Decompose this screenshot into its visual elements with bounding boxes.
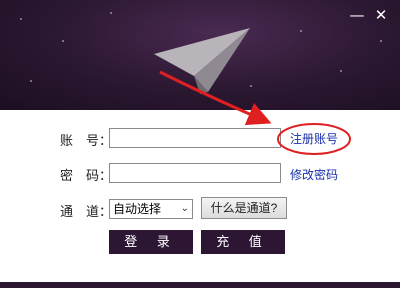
login-form: 账 号： 注册账号 密 码： 修改密码 通 道： 自动选择 ⌄ 什么是通道? 登… [0, 110, 400, 288]
star [300, 30, 302, 32]
channel-selected-value: 自动选择 [113, 202, 162, 216]
login-button[interactable]: 登 录 [109, 230, 193, 254]
star [380, 40, 382, 42]
password-input[interactable] [109, 163, 281, 183]
star [110, 12, 112, 14]
star [62, 40, 64, 42]
minimize-button[interactable]: — [348, 6, 366, 24]
channel-select[interactable]: 自动选择 ⌄ [109, 199, 193, 219]
what-is-channel-button[interactable]: 什么是通道? [201, 197, 287, 219]
header-banner: — ✕ [0, 0, 400, 110]
star [30, 80, 32, 82]
footer-bar [0, 282, 400, 288]
star [340, 70, 342, 72]
account-input[interactable] [109, 128, 281, 148]
channel-label: 通 道： [60, 204, 113, 219]
paper-plane-icon [154, 28, 250, 94]
chevron-down-icon: ⌄ [180, 203, 189, 214]
register-link[interactable]: 注册账号 [290, 130, 338, 147]
star [20, 18, 22, 20]
recharge-button[interactable]: 充 值 [201, 230, 285, 254]
close-button[interactable]: ✕ [372, 6, 390, 24]
account-label: 账 号： [60, 133, 113, 148]
password-label: 密 码： [60, 168, 113, 183]
change-password-link[interactable]: 修改密码 [290, 166, 338, 183]
